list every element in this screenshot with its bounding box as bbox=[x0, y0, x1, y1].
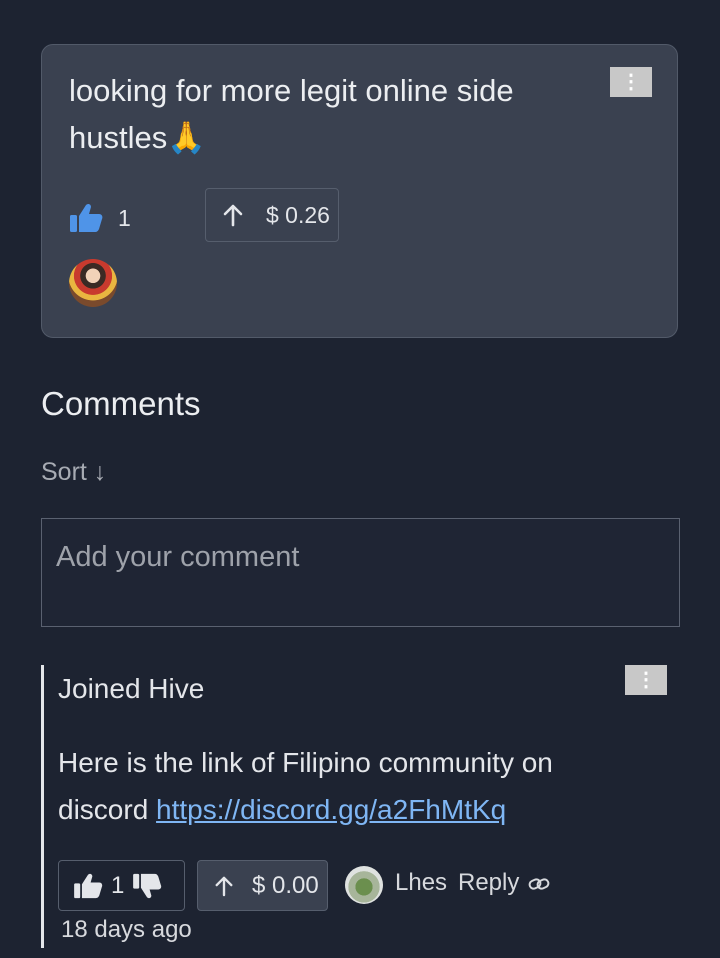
kebab-menu-icon: ⋮ bbox=[636, 669, 656, 691]
discord-link[interactable]: https://discord.gg/a2FhMtKq bbox=[156, 794, 506, 825]
link-icon[interactable] bbox=[528, 876, 550, 892]
comment-tip-button[interactable]: $ 0.00 bbox=[197, 860, 328, 911]
comment-text: Here is the link of Filipino community o… bbox=[58, 739, 638, 833]
post-menu-button[interactable]: ⋮ bbox=[610, 67, 652, 97]
comment-thread: Joined Hive ⋮ Here is the link of Filipi… bbox=[41, 665, 683, 948]
comment-tip-amount: $ 0.00 bbox=[252, 871, 319, 899]
post-like-count: 1 bbox=[118, 205, 131, 231]
sort-button[interactable]: Sort ↓ bbox=[41, 458, 106, 487]
comment-title: Joined Hive bbox=[58, 673, 205, 704]
comments-heading: Comments bbox=[41, 385, 201, 422]
thumbs-up-icon[interactable] bbox=[69, 203, 103, 233]
post-tip-amount: $ 0.26 bbox=[266, 201, 330, 228]
reply-button[interactable]: Reply bbox=[458, 869, 519, 897]
comment-timestamp: 18 days ago bbox=[61, 916, 192, 943]
post-tip-button[interactable]: $ 0.26 bbox=[205, 188, 339, 242]
post-author-avatar[interactable] bbox=[69, 259, 117, 307]
arrow-up-icon bbox=[223, 204, 243, 227]
commenter-name[interactable]: Lhes bbox=[395, 869, 447, 897]
thumbs-down-icon[interactable] bbox=[132, 873, 162, 899]
arrow-up-icon bbox=[215, 876, 233, 896]
comment-menu-button[interactable]: ⋮ bbox=[625, 665, 667, 695]
commenter-avatar[interactable] bbox=[345, 866, 383, 904]
comment-like-count: 1 bbox=[111, 871, 125, 899]
comment-input[interactable]: Add your comment bbox=[41, 518, 680, 627]
post-text: looking for more legit online side hustl… bbox=[69, 73, 514, 155]
kebab-menu-icon: ⋮ bbox=[621, 71, 641, 93]
thumbs-up-icon[interactable] bbox=[73, 873, 103, 899]
post-card: looking for more legit online side hustl… bbox=[41, 44, 678, 338]
comment-vote-group: 1 bbox=[58, 860, 185, 911]
